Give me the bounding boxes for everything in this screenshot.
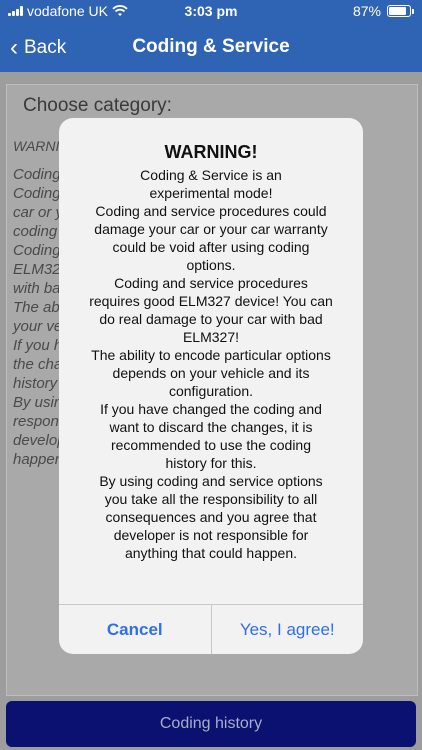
top-bar: vodafone UK 3:03 pm 87% ‹ Back Coding & … bbox=[0, 0, 422, 72]
battery-group: 87% bbox=[353, 3, 414, 19]
dialog-message-line: The ability to encode particular options bbox=[91, 347, 331, 363]
dialog-message-line: anything that could happen. bbox=[124, 545, 298, 561]
page-title: Coding & Service bbox=[132, 36, 290, 57]
dialog-message-line: By using coding and service options bbox=[99, 473, 323, 489]
dialog-message-line: experimental mode! bbox=[149, 185, 273, 201]
coding-history-button[interactable]: Coding history bbox=[6, 701, 416, 747]
dialog-message-line: history for this. bbox=[165, 455, 257, 471]
battery-tip bbox=[412, 8, 414, 14]
dialog-message-line: depends on your vehicle and its bbox=[112, 365, 310, 381]
dialog-title: WARNING! bbox=[164, 142, 258, 162]
dialog-message-line: Coding and service procedures could bbox=[95, 203, 327, 219]
battery-percent: 87% bbox=[352, 3, 381, 19]
status-bar: vodafone UK 3:03 pm 87% bbox=[0, 0, 422, 24]
dialog-message-line: damage your car or your car warranty bbox=[94, 221, 328, 237]
agree-button[interactable]: Yes, I agree! bbox=[212, 605, 364, 654]
dialog-message-line: If you have changed the coding and bbox=[100, 401, 322, 417]
dialog-button-row: Cancel Yes, I agree! bbox=[59, 604, 363, 654]
dialog-message-line: consequences and you agree that bbox=[105, 509, 317, 525]
dialog-message-line: Coding and service procedures bbox=[114, 275, 308, 291]
dialog-message-line: configuration. bbox=[168, 383, 254, 399]
dialog-message-line: you take all the responsibility to all bbox=[104, 491, 318, 507]
warning-dialog: WARNING! Coding & Service is an experimen… bbox=[59, 118, 363, 654]
dialog-message-line: do real damage to your car with bad bbox=[99, 311, 323, 327]
dialog-message: Coding & Service is an experimental mode!… bbox=[73, 166, 349, 562]
dialog-message-line: Coding & Service is an bbox=[140, 167, 282, 183]
dialog-message-line: want to discard the changes, it is bbox=[109, 419, 313, 435]
dialog-message-line: requires good ELM327 device! You can bbox=[89, 293, 333, 309]
cancel-button[interactable]: Cancel bbox=[59, 605, 212, 654]
dialog-message-line: options. bbox=[186, 257, 236, 273]
choose-category-label: Choose category: bbox=[23, 95, 172, 116]
navigation-bar: ‹ Back Coding & Service bbox=[0, 24, 422, 72]
battery-icon bbox=[387, 5, 411, 17]
dialog-message-line: recommended to use the coding bbox=[110, 437, 311, 453]
dialog-message-line: developer is not responsible for bbox=[113, 527, 309, 543]
dialog-message-line: could be void after using coding bbox=[112, 239, 310, 255]
dialog-message-line: ELM327! bbox=[182, 329, 240, 345]
